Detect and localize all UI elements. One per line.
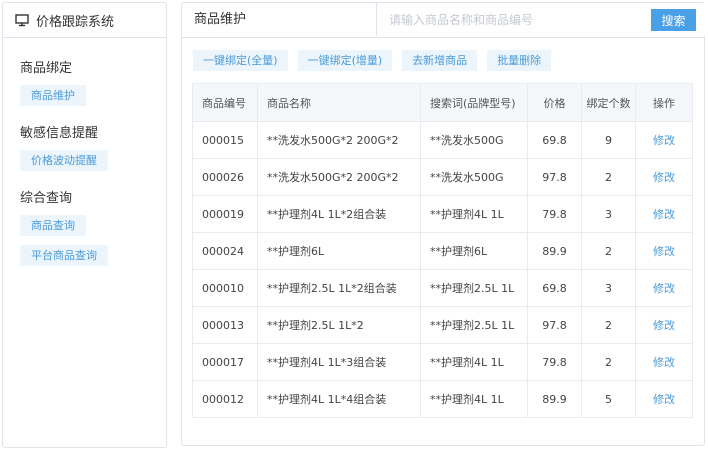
cell-action: 修改 — [635, 232, 693, 270]
cell-code: 000012 — [192, 380, 258, 418]
bind-incremental-button[interactable]: 一键绑定(增量) — [297, 50, 393, 71]
cell-keyword: **护理剂2.5L 1L — [420, 269, 528, 307]
cell-name: **护理剂2.5L 1L*2 — [257, 306, 421, 344]
table-row: 000013 **护理剂2.5L 1L*2 **护理剂2.5L 1L 97.8 2 修改 — [192, 306, 693, 344]
edit-link[interactable]: 修改 — [653, 245, 675, 258]
column-header-keyword: 搜索词(品牌型号) — [420, 83, 528, 122]
cell-action: 修改 — [635, 121, 693, 159]
cell-action: 修改 — [635, 343, 693, 381]
table-row: 000015 **洗发水500G*2 200G*2 **洗发水500G 69.8 9 修改 — [192, 121, 693, 159]
table-row: 000010 **护理剂2.5L 1L*2组合装 **护理剂2.5L 1L 69.8 3… — [192, 269, 693, 307]
cell-action: 修改 — [635, 158, 693, 196]
sidebar-item-price-fluctuation-alert[interactable]: 价格波动提醒 — [20, 150, 108, 171]
cell-bound-count: 3 — [581, 195, 636, 233]
cell-bound-count: 3 — [581, 269, 636, 307]
cell-keyword: **护理剂4L 1L — [420, 380, 528, 418]
table-row: 000012 **护理剂4L 1L*4组合装 **护理剂4L 1L 89.9 5 修改 — [192, 380, 693, 418]
cell-keyword: **护理剂6L — [420, 232, 528, 270]
cell-bound-count: 2 — [581, 343, 636, 381]
cell-name: **洗发水500G*2 200G*2 — [257, 121, 421, 159]
cell-price: 97.8 — [527, 306, 582, 344]
column-header-bound-count: 绑定个数 — [581, 83, 636, 122]
table-row: 000017 **护理剂4L 1L*3组合装 **护理剂4L 1L 79.8 2 修改 — [192, 343, 693, 381]
edit-link[interactable]: 修改 — [653, 208, 675, 221]
cell-action: 修改 — [635, 269, 693, 307]
cell-price: 89.9 — [527, 380, 582, 418]
cell-code: 000015 — [192, 121, 258, 159]
sidebar-group-query: 综合查询 商品查询 平台商品查询 — [3, 187, 166, 266]
column-header-code: 商品编号 — [192, 83, 258, 122]
monitor-icon — [15, 13, 29, 27]
cell-bound-count: 9 — [581, 121, 636, 159]
cell-name: **护理剂6L — [257, 232, 421, 270]
sidebar-item-product-maintenance[interactable]: 商品维护 — [20, 85, 86, 106]
batch-delete-button[interactable]: 批量删除 — [487, 50, 552, 71]
sidebar-item-platform-product-query[interactable]: 平台商品查询 — [20, 245, 108, 266]
cell-name: **护理剂2.5L 1L*2组合装 — [257, 269, 421, 307]
cell-keyword: **护理剂2.5L 1L — [420, 306, 528, 344]
cell-bound-count: 2 — [581, 158, 636, 196]
sidebar-group-title: 敏感信息提醒 — [20, 126, 99, 141]
sidebar-group-title: 综合查询 — [20, 191, 73, 206]
table-row: 000024 **护理剂6L **护理剂6L 89.9 2 修改 — [192, 232, 693, 270]
cell-name: **洗发水500G*2 200G*2 — [257, 158, 421, 196]
main-header: 商品维护 搜索 — [182, 3, 706, 38]
cell-bound-count: 2 — [581, 306, 636, 344]
bind-all-button[interactable]: 一键绑定(全量) — [193, 50, 288, 71]
sidebar: 价格跟踪系统 商品绑定 商品维护 敏感信息提醒 价格波动提醒 综合查询 商品查询… — [2, 2, 167, 448]
cell-code: 000026 — [192, 158, 258, 196]
cell-price: 89.9 — [527, 232, 582, 270]
sidebar-group-sensitive-alerts: 敏感信息提醒 价格波动提醒 — [3, 122, 166, 171]
cell-code: 000019 — [192, 195, 258, 233]
product-table: 商品编号 商品名称 搜索词(品牌型号) 价格 绑定个数 操作 000015 **洗… — [192, 83, 693, 418]
edit-link[interactable]: 修改 — [653, 282, 675, 295]
cell-price: 97.8 — [527, 158, 582, 196]
table-row: 000019 **护理剂4L 1L*2组合装 **护理剂4L 1L 79.8 3 修改 — [192, 195, 693, 233]
sidebar-group-title: 商品绑定 — [20, 61, 73, 76]
column-header-name: 商品名称 — [257, 83, 421, 122]
toolbar: 一键绑定(全量) 一键绑定(增量) 去新增商品 批量删除 — [193, 50, 561, 71]
cell-name: **护理剂4L 1L*3组合装 — [257, 343, 421, 381]
cell-code: 000013 — [192, 306, 258, 344]
cell-keyword: **护理剂4L 1L — [420, 195, 528, 233]
cell-code: 000017 — [192, 343, 258, 381]
cell-keyword: **护理剂4L 1L — [420, 343, 528, 381]
add-product-button[interactable]: 去新增商品 — [402, 50, 478, 71]
sidebar-header: 价格跟踪系统 — [3, 3, 166, 38]
cell-name: **护理剂4L 1L*2组合装 — [257, 195, 421, 233]
edit-link[interactable]: 修改 — [653, 319, 675, 332]
cell-action: 修改 — [635, 306, 693, 344]
cell-price: 79.8 — [527, 195, 582, 233]
column-header-action: 操作 — [635, 83, 693, 122]
cell-price: 69.8 — [527, 121, 582, 159]
cell-price: 69.8 — [527, 269, 582, 307]
cell-action: 修改 — [635, 380, 693, 418]
cell-price: 79.8 — [527, 343, 582, 381]
column-header-price: 价格 — [527, 83, 582, 122]
main-panel: 商品维护 搜索 一键绑定(全量) 一键绑定(增量) 去新增商品 批量删除 商品编… — [181, 2, 706, 446]
cell-name: **护理剂4L 1L*4组合装 — [257, 380, 421, 418]
cell-bound-count: 2 — [581, 232, 636, 270]
edit-link[interactable]: 修改 — [653, 393, 675, 406]
sidebar-group-product-binding: 商品绑定 商品维护 — [3, 57, 166, 106]
app-title: 价格跟踪系统 — [36, 14, 115, 30]
cell-code: 000024 — [192, 232, 258, 270]
table-row: 000026 **洗发水500G*2 200G*2 **洗发水500G 97.8 2 修改 — [192, 158, 693, 196]
search-button[interactable]: 搜索 — [651, 9, 696, 31]
edit-link[interactable]: 修改 — [653, 356, 675, 369]
page-title: 商品维护 — [194, 12, 247, 27]
cell-keyword: **洗发水500G — [420, 121, 528, 159]
edit-link[interactable]: 修改 — [653, 134, 675, 147]
cell-keyword: **洗发水500G — [420, 158, 528, 196]
sidebar-item-product-query[interactable]: 商品查询 — [20, 215, 86, 236]
table-header-row: 商品编号 商品名称 搜索词(品牌型号) 价格 绑定个数 操作 — [192, 83, 693, 122]
cell-code: 000010 — [192, 269, 258, 307]
cell-action: 修改 — [635, 195, 693, 233]
cell-bound-count: 5 — [581, 380, 636, 418]
edit-link[interactable]: 修改 — [653, 171, 675, 184]
